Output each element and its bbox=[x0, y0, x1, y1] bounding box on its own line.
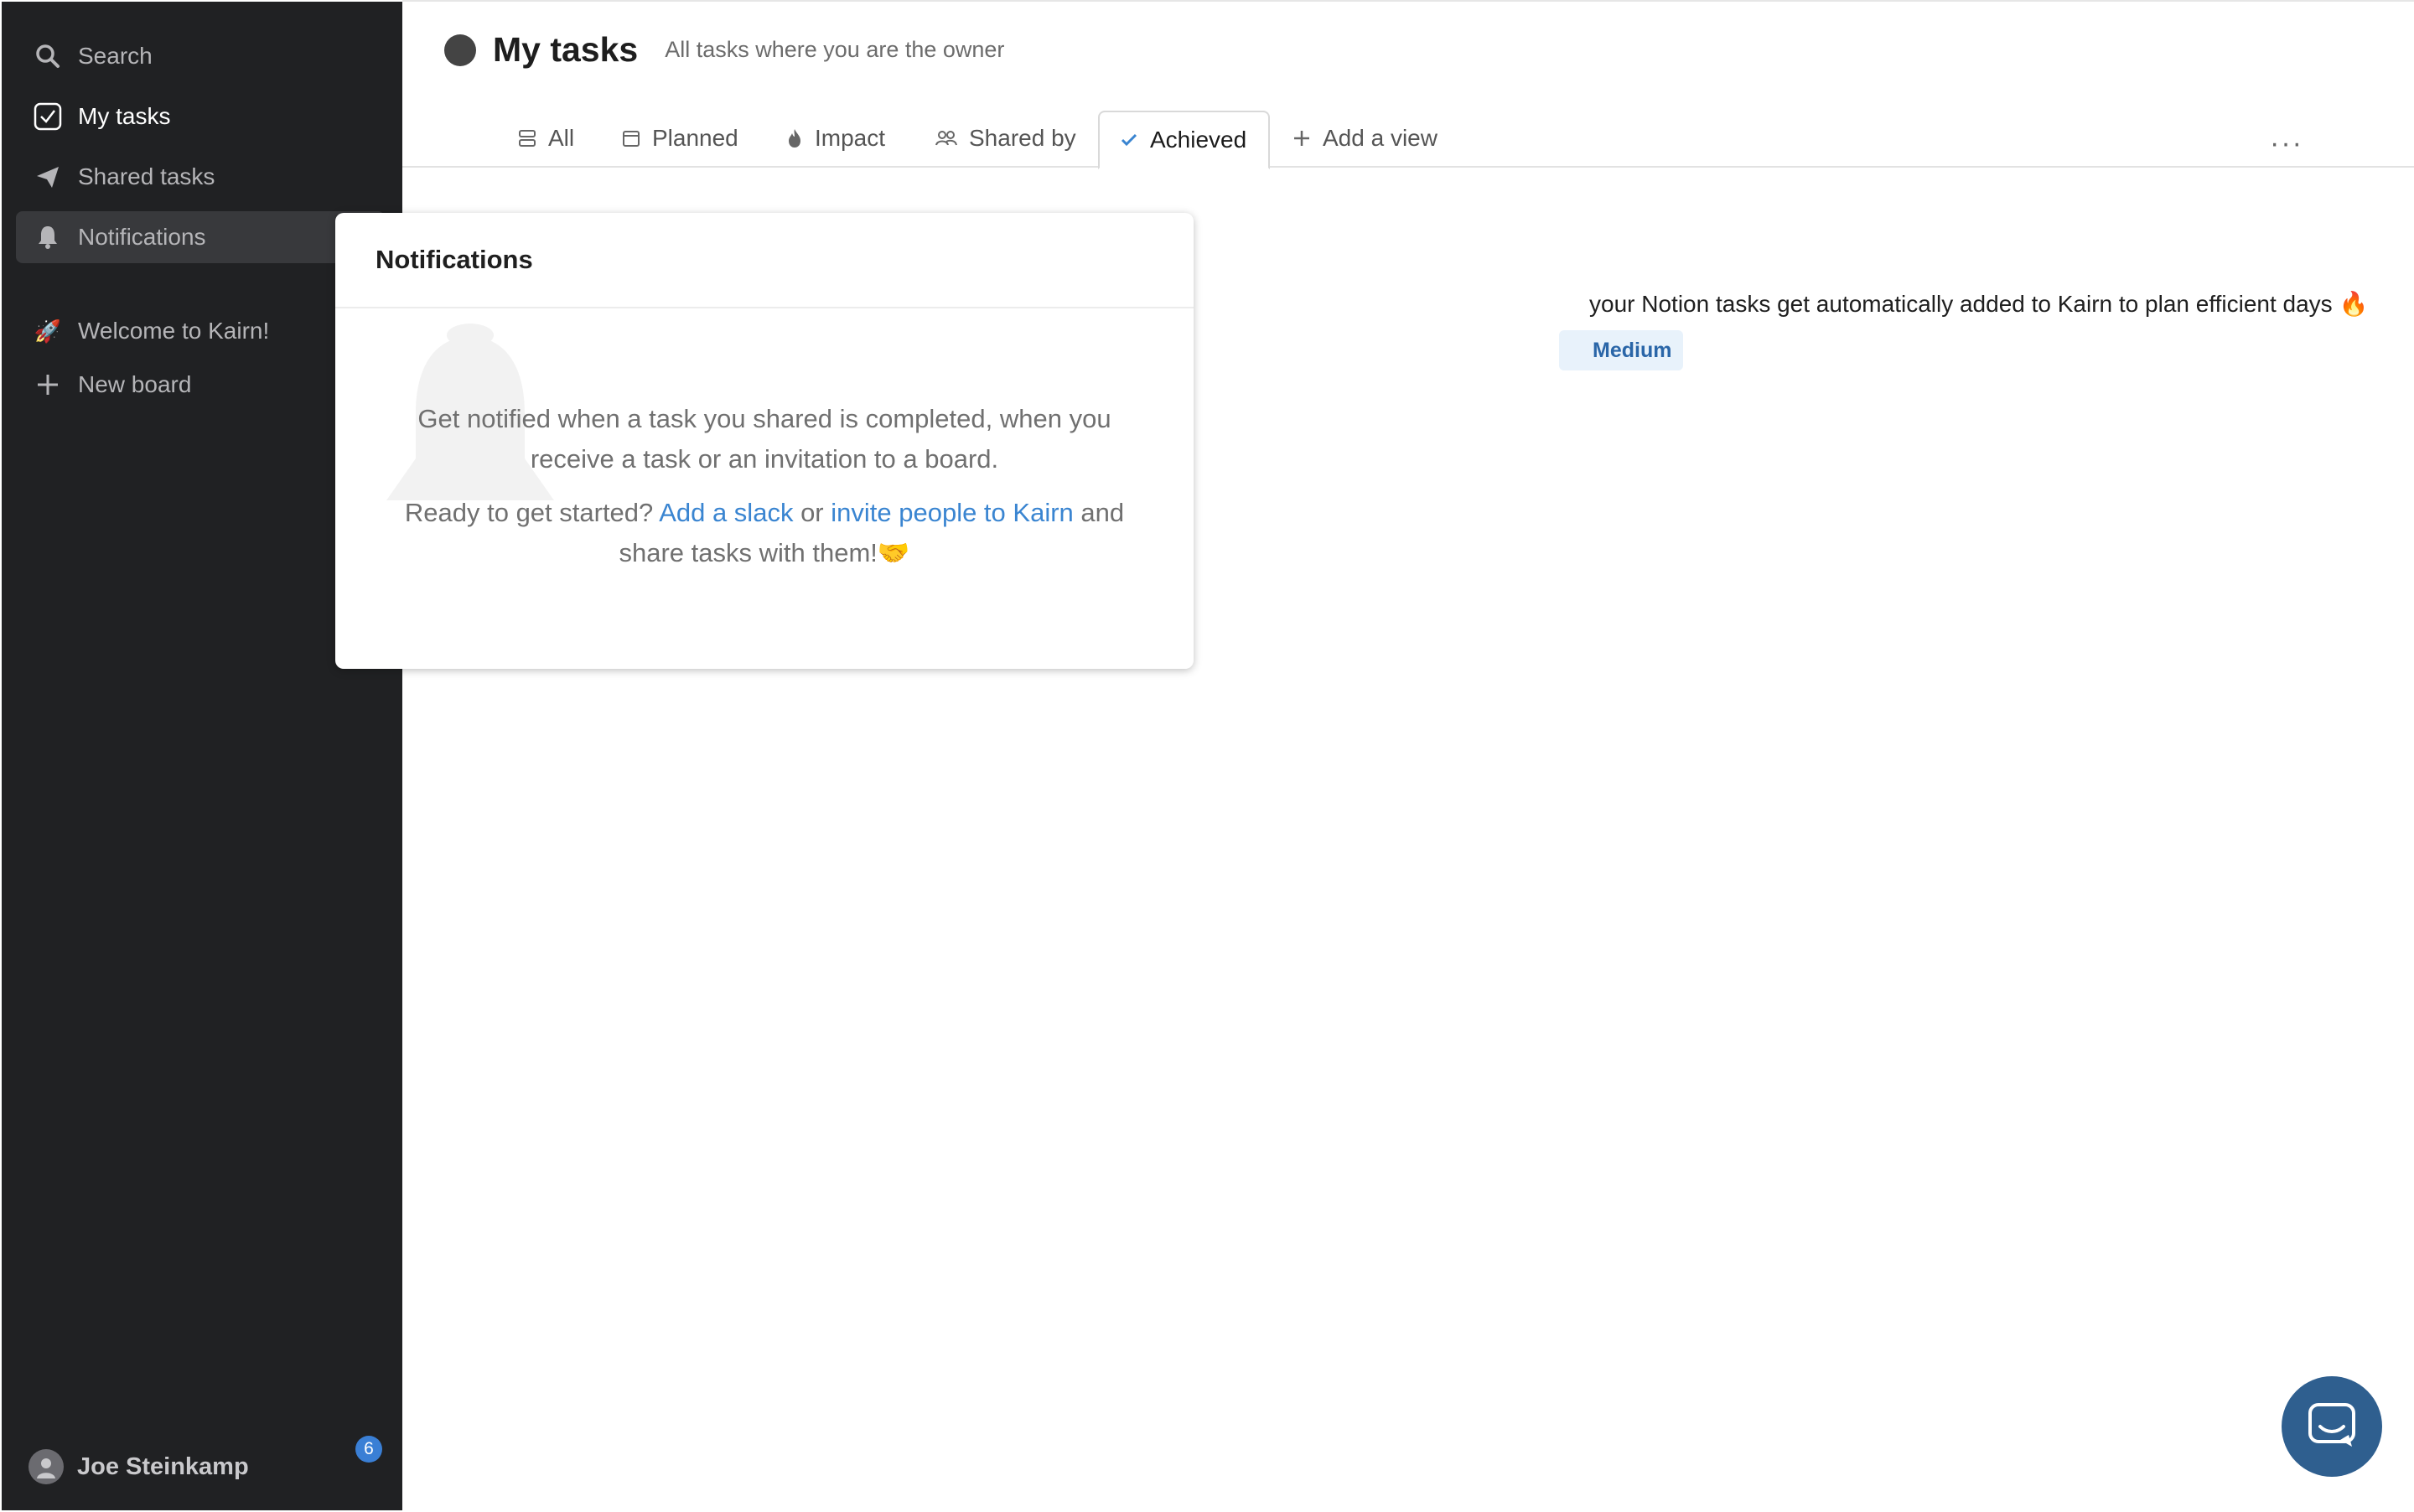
more-options-icon[interactable]: ··· bbox=[2270, 127, 2303, 160]
sidebar-item-shared-tasks[interactable]: Shared tasks bbox=[16, 151, 385, 203]
search-icon bbox=[33, 41, 63, 71]
tab-label: All bbox=[548, 125, 575, 151]
plus-icon bbox=[1292, 129, 1311, 148]
sidebar-item-label: Welcome to Kairn! bbox=[78, 318, 270, 344]
sidebar-item-new-board[interactable]: New board bbox=[16, 359, 385, 411]
priority-badge[interactable]: Medium bbox=[1559, 330, 1684, 370]
checkbox-icon bbox=[33, 101, 63, 132]
user-name: Joe Steinkamp bbox=[77, 1452, 249, 1480]
tab-label: Shared by bbox=[969, 125, 1076, 151]
tab-label: Planned bbox=[652, 125, 738, 151]
chat-icon bbox=[2307, 1401, 2357, 1452]
sidebar-item-label: Shared tasks bbox=[78, 163, 215, 189]
user-profile[interactable]: Joe Steinkamp bbox=[28, 1449, 249, 1484]
page-header: My tasks All tasks where you are the own… bbox=[444, 30, 1004, 70]
notification-count-badge: 6 bbox=[355, 1436, 382, 1463]
tab-label: Achieved bbox=[1150, 127, 1247, 153]
tab-label: Add a view bbox=[1323, 125, 1438, 151]
page-title: My tasks bbox=[493, 30, 639, 69]
tab-label: Impact bbox=[815, 125, 886, 151]
sidebar-item-search[interactable]: Search bbox=[16, 30, 385, 82]
users-icon bbox=[935, 130, 957, 147]
checkmark-icon bbox=[1120, 132, 1138, 148]
tab-shared-by[interactable]: Shared by bbox=[935, 111, 1076, 166]
calendar-icon bbox=[622, 129, 640, 148]
bell-icon bbox=[33, 222, 63, 252]
popup-cta: Ready to get started? Add a slack or inv… bbox=[402, 493, 1127, 573]
priority-label: Medium bbox=[1593, 338, 1672, 362]
sidebar-item-label: Notifications bbox=[78, 224, 206, 250]
tab-impact[interactable]: Impact bbox=[786, 111, 885, 166]
task-title[interactable]: your Notion tasks get automatically adde… bbox=[1589, 290, 2368, 318]
paper-plane-icon bbox=[33, 162, 63, 192]
page-subtitle: All tasks where you are the owner bbox=[665, 37, 1005, 62]
popup-title-text: Notifications bbox=[376, 245, 533, 274]
invite-people-link[interactable]: invite people to Kairn bbox=[831, 498, 1074, 527]
tab-all[interactable]: All bbox=[518, 111, 574, 166]
rocket-icon: 🚀 bbox=[34, 318, 62, 344]
cta-text: or bbox=[793, 498, 831, 527]
stack-icon bbox=[518, 128, 536, 148]
view-tabs: All Planned Impact Shared by Achieved Ad… bbox=[402, 111, 2414, 169]
popup-title: Notifications bbox=[335, 213, 1194, 308]
popup-message: Get notified when a task you shared is c… bbox=[402, 399, 1127, 587]
sidebar-item-label: My tasks bbox=[78, 103, 171, 129]
plus-icon bbox=[33, 370, 63, 400]
sidebar-item-notifications[interactable]: Notifications bbox=[16, 211, 385, 263]
sidebar-item-label: Search bbox=[78, 43, 153, 69]
sidebar-item-label: New board bbox=[78, 371, 192, 397]
tab-achieved[interactable]: Achieved bbox=[1098, 111, 1271, 169]
add-view-button[interactable]: Add a view bbox=[1292, 111, 1438, 166]
avatar bbox=[444, 34, 476, 66]
avatar bbox=[28, 1449, 64, 1484]
popup-description: Get notified when a task you shared is c… bbox=[417, 404, 1111, 474]
sidebar-item-my-tasks[interactable]: My tasks bbox=[16, 91, 385, 142]
add-slack-link[interactable]: Add a slack bbox=[659, 498, 793, 527]
tab-planned[interactable]: Planned bbox=[622, 111, 738, 166]
notifications-popup: Notifications Get notified when a task y… bbox=[335, 213, 1194, 669]
cta-text: Ready to get started? bbox=[404, 498, 660, 527]
chat-support-button[interactable] bbox=[2282, 1376, 2382, 1477]
flame-icon bbox=[786, 128, 803, 148]
sidebar-item-welcome[interactable]: 🚀 Welcome to Kairn! bbox=[16, 305, 385, 357]
